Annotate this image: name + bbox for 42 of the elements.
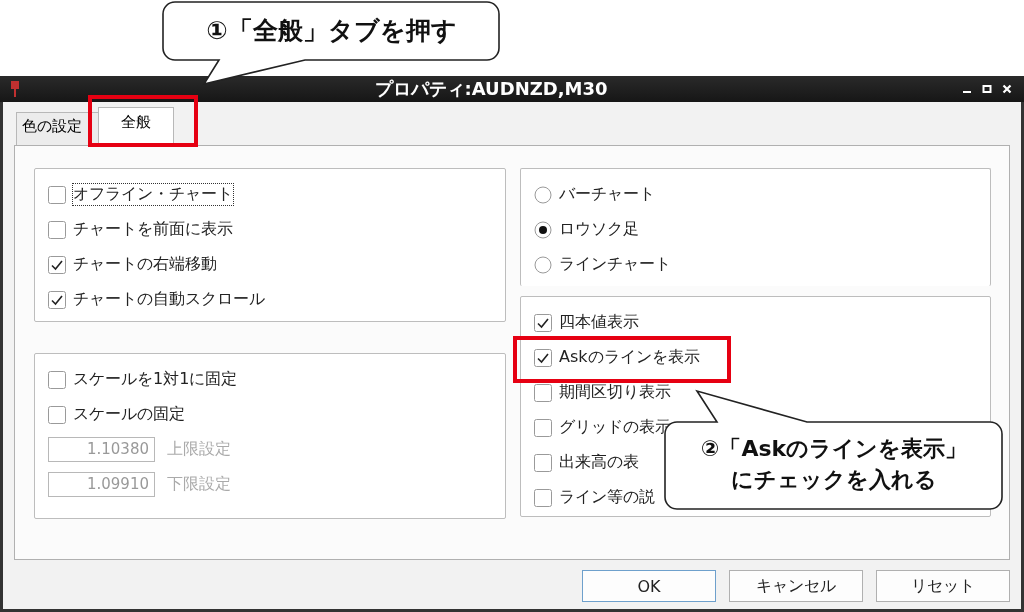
checkbox[interactable] [48, 220, 66, 239]
checkbox[interactable] [48, 290, 66, 309]
checkbox-label: ライン等の説 [559, 487, 655, 508]
radio-label: バーチャート [559, 184, 655, 205]
callout-text: ②「Askのラインを表示」 にチェックを入れる [699, 435, 969, 494]
checkbox-label: スケールを1対1に固定 [73, 369, 238, 390]
checkbox[interactable] [534, 348, 552, 367]
maximize-icon[interactable] [982, 84, 992, 94]
field-label: 下限設定 [167, 474, 231, 495]
dialog-button[interactable]: OK [582, 570, 716, 602]
checkbox[interactable] [48, 370, 66, 389]
radio-button[interactable] [534, 185, 552, 204]
checkbox[interactable] [534, 453, 552, 472]
checkbox-label: チャートを前面に表示 [73, 219, 233, 240]
callout-text: ①「全般」タブを押す [205, 15, 458, 47]
radio-button[interactable] [534, 220, 552, 239]
tab[interactable]: 全般 [98, 107, 174, 145]
checkbox[interactable] [534, 418, 552, 437]
checkbox[interactable] [534, 383, 552, 402]
checkbox-label: 四本値表示 [559, 312, 639, 333]
checkbox[interactable] [48, 185, 66, 204]
tab[interactable]: 色の設定 [16, 112, 99, 145]
checkbox-label: Askのラインを表示 [559, 347, 700, 368]
window-title: プロパティ:AUDNZD,M30 [373, 77, 609, 101]
radio-label: ロウソク足 [559, 219, 639, 240]
checkbox-label: スケールの固定 [73, 404, 185, 425]
checkbox-label: チャートの自動スクロール [73, 289, 265, 310]
dialog-button[interactable]: リセット [876, 570, 1010, 602]
checkbox[interactable] [48, 255, 66, 274]
checkbox-label: オフライン・チャート [73, 184, 233, 205]
radio-label: ラインチャート [559, 254, 671, 275]
checkbox[interactable] [534, 488, 552, 507]
checkbox[interactable] [534, 313, 552, 332]
radio-button[interactable] [534, 255, 552, 274]
field-label: 上限設定 [167, 439, 231, 460]
dialog-button[interactable]: キャンセル [729, 570, 863, 602]
checkbox-label: 出来高の表 [559, 452, 639, 473]
close-icon[interactable] [1002, 84, 1012, 94]
checkbox[interactable] [48, 405, 66, 424]
checkbox-label: 期間区切り表示 [559, 382, 671, 403]
checkbox-label: チャートの右端移動 [73, 254, 217, 275]
pin-icon [10, 80, 20, 98]
